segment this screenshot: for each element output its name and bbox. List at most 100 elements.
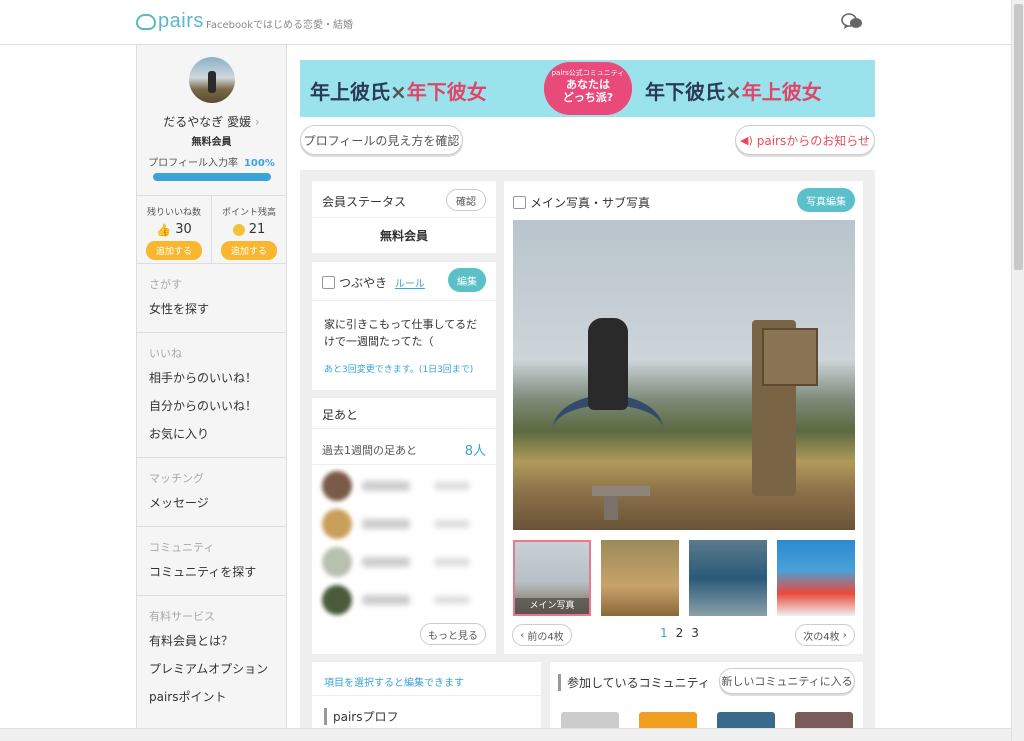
footprints-title: 足あと	[322, 408, 359, 422]
tweet-change-note: あと3回変更できます。(1日3回まで)	[324, 365, 474, 375]
left-sidebar: だるやなぎ 愛媛 › 無料会員 プロフィール入力率 100% 残りいいね数 👍 30…	[136, 45, 287, 728]
community-thumbnail[interactable]	[561, 712, 619, 728]
nav-group-community: コミュニティ コミュニティを探す	[137, 527, 286, 596]
nav-item-favorites[interactable]: お気に入り	[149, 423, 286, 451]
notice-button[interactable]: ◀) pairsからのお知らせ	[735, 125, 875, 155]
points-balance: ポイント残高 21 追加する	[211, 196, 286, 263]
add-points-button[interactable]: 追加する	[220, 241, 277, 260]
nav-item-likes-sent[interactable]: 自分からのいいね！	[149, 395, 286, 423]
nav-item-search-women[interactable]: 女性を探す	[149, 298, 286, 326]
chevron-left-icon: ‹	[520, 629, 525, 641]
add-likes-button[interactable]: 追加する	[145, 241, 202, 260]
nav-group-likes: いいね 相手からのいいね！ 自分からのいいね！ お気に入り	[137, 333, 286, 458]
points-value: 21	[248, 222, 266, 237]
points-label: ポイント残高	[221, 208, 276, 218]
member-type: 無料会員	[191, 137, 232, 148]
member-status-card: 会員ステータス 確認 無料会員	[312, 181, 496, 253]
chevron-right-icon: ›	[254, 115, 260, 129]
tweet-edit-button[interactable]: 編集	[448, 268, 486, 292]
footprints-count: 8人	[464, 444, 486, 459]
rule-link[interactable]: ルール	[395, 279, 425, 290]
community-thumbnail[interactable]	[639, 712, 697, 728]
edit-hint: 項目を選択すると編集できます	[324, 678, 464, 689]
footprints-week-label: 過去1週間の足あと	[322, 444, 417, 457]
header-tagline: Facebookではじめる恋愛・結婚	[206, 20, 353, 31]
nav-heading: 有料サービス	[149, 610, 215, 623]
nav-item-pairs-points[interactable]: pairsポイント	[149, 686, 286, 714]
community-title: 参加しているコミュニティ	[558, 674, 710, 691]
horizontal-scrollbar[interactable]	[0, 728, 1011, 741]
top-header: pairs Facebookではじめる恋愛・結婚	[0, 0, 1011, 45]
megaphone-icon: ◀)	[739, 133, 753, 147]
photo-thumbnail[interactable]	[601, 540, 679, 616]
coin-icon	[232, 223, 245, 236]
photo-pager: 123	[660, 626, 707, 640]
community-banner[interactable]: 年上彼氏×年下彼女 pairs公式コミュニティ あなたは どっち派? 年下彼氏×…	[300, 60, 875, 117]
prev-photos-button[interactable]: ‹ 前の4枚	[512, 624, 572, 646]
main-photo-caption: メイン写真	[515, 598, 589, 614]
join-community-button[interactable]: 新しいコミュニティに入る	[719, 668, 855, 694]
next-photos-button[interactable]: 次の4枚 ›	[795, 624, 855, 646]
completion-rate: プロフィール入力率 100%	[148, 158, 275, 169]
banner-center-badge: pairs公式コミュニティ あなたは どっち派?	[544, 62, 632, 115]
cloud-icon	[136, 13, 156, 30]
tweet-card: つぶやき ルール 編集 家に引きこもって仕事してるだけで一週間たってた（ あと3…	[312, 262, 496, 390]
status-confirm-button[interactable]: 確認	[446, 189, 486, 211]
logo-text: pairs	[158, 10, 204, 32]
profile-summary: だるやなぎ 愛媛 › 無料会員 プロフィール入力率 100%	[137, 45, 286, 196]
footprint-row[interactable]	[322, 547, 470, 577]
chat-bubbles-icon[interactable]	[841, 12, 863, 32]
nav-heading: コミュニティ	[149, 541, 215, 554]
photo-bench	[592, 486, 650, 496]
nav-item-messages[interactable]: メッセージ	[149, 492, 286, 520]
photo-bench-leg	[604, 496, 618, 520]
chevron-right-icon: ›	[842, 629, 847, 641]
pencil-icon	[322, 276, 335, 289]
avatar[interactable]	[188, 57, 235, 103]
photo-thumbnail[interactable]	[689, 540, 767, 616]
nav-heading: いいね	[149, 347, 182, 360]
pairs-profile-title: pairsプロフ	[324, 708, 399, 725]
nav-group-matching: マッチング メッセージ	[137, 458, 286, 527]
likes-remaining: 残りいいね数 👍 30 追加する	[137, 196, 211, 263]
page-3[interactable]: 3	[691, 626, 707, 640]
nav-heading: マッチング	[149, 472, 204, 485]
more-footprints-button[interactable]: もっと見る	[420, 623, 486, 645]
photo-thumbnail-main[interactable]: メイン写真	[513, 540, 591, 616]
nav-item-find-community[interactable]: コミュニティを探す	[149, 561, 286, 589]
scroll-thumb[interactable]	[1014, 4, 1023, 270]
status-value: 無料会員	[379, 229, 428, 243]
photo-edit-button[interactable]: 写真編集	[797, 188, 855, 212]
banner-left-text: 年上彼氏×年下彼女	[310, 80, 487, 104]
photo-person	[588, 318, 628, 410]
completion-bar	[152, 173, 271, 181]
community-thumbnail[interactable]	[717, 712, 775, 728]
pairs-profile-card: 項目を選択すると編集できます pairsプロフ	[312, 662, 541, 728]
footprint-row[interactable]	[322, 509, 470, 539]
photo-thumbnail[interactable]	[777, 540, 855, 616]
community-thumbnail[interactable]	[795, 712, 853, 728]
page-2[interactable]: 2	[676, 626, 692, 640]
vertical-scrollbar[interactable]	[1011, 0, 1024, 741]
status-title: 会員ステータス	[322, 195, 407, 209]
profile-name[interactable]: だるやなぎ 愛媛 ›	[137, 113, 286, 130]
nav-item-premium-option[interactable]: プレミアムオプション	[149, 658, 286, 686]
banner-right-text: 年下彼氏×年上彼女	[645, 80, 822, 104]
photos-header: メイン写真・サブ写真	[513, 194, 650, 211]
page-1[interactable]: 1	[660, 626, 676, 640]
footprint-row[interactable]	[322, 471, 470, 501]
pencil-icon	[513, 196, 526, 209]
tweet-header: つぶやき ルール	[322, 274, 425, 291]
nav-group-paid: 有料サービス 有料会員とは？ プレミアムオプション pairsポイント	[137, 596, 286, 720]
profile-view-button[interactable]: プロフィールの見え方を確認	[300, 125, 463, 155]
nav-heading: さがす	[149, 278, 182, 291]
photo-sign	[762, 328, 818, 386]
counts-panel: 残りいいね数 👍 30 追加する ポイント残高 21 追加する	[137, 196, 286, 264]
likes-value: 30	[175, 222, 192, 237]
nav-item-paid-member[interactable]: 有料会員とは？	[149, 630, 286, 658]
nav-group-search: さがす 女性を探す	[137, 264, 286, 333]
thumbs-up-icon: 👍	[156, 222, 172, 237]
nav-item-likes-received[interactable]: 相手からのいいね！	[149, 367, 286, 395]
footprint-row[interactable]	[322, 585, 470, 615]
pairs-logo[interactable]: pairs	[136, 10, 204, 33]
